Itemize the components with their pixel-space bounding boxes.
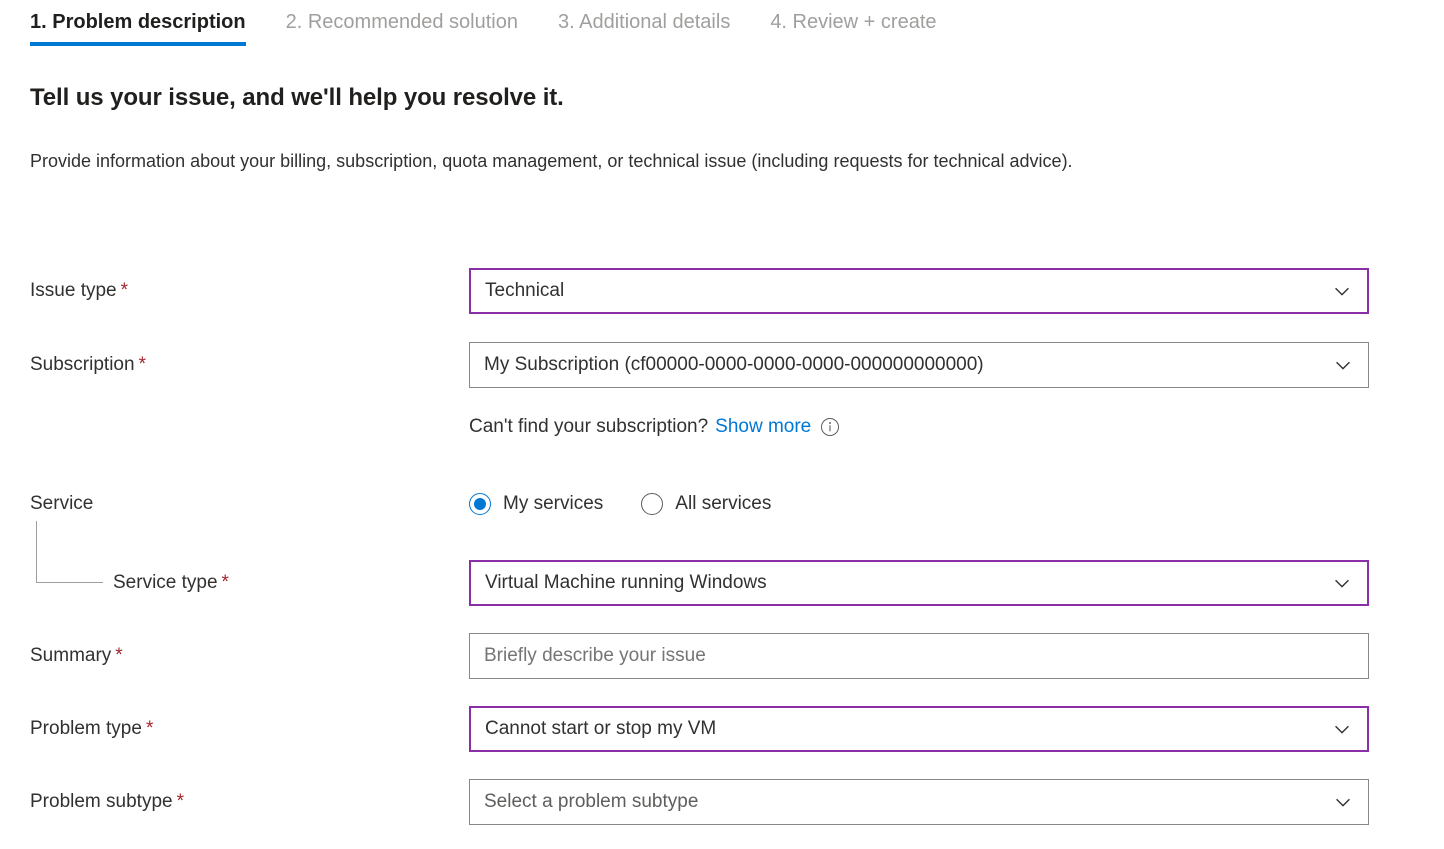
- label-text: Issue type: [30, 280, 117, 301]
- label-text: Subscription: [30, 354, 135, 375]
- service-type-control: Virtual Machine running Windows: [469, 560, 1369, 606]
- subscription-help-control: Can't find your subscription? Show more: [469, 412, 1369, 442]
- label-text: Summary: [30, 645, 111, 666]
- service-scope-radio-group: My services All services: [469, 484, 1369, 524]
- subscription-help-text: Can't find your subscription?: [469, 416, 708, 438]
- issue-type-dropdown[interactable]: Technical: [469, 268, 1369, 314]
- chevron-down-icon: [1331, 572, 1353, 594]
- subscription-help-row: Can't find your subscription? Show more: [0, 412, 1444, 442]
- radio-label: My services: [503, 493, 603, 515]
- field-row-summary: Summary*: [0, 633, 1444, 679]
- issue-type-control: Technical: [469, 268, 1369, 314]
- problem-subtype-control: Select a problem subtype: [469, 779, 1369, 825]
- problem-subtype-dropdown[interactable]: Select a problem subtype: [469, 779, 1369, 825]
- summary-control: [469, 633, 1369, 679]
- chevron-down-icon: [1331, 718, 1353, 740]
- problem-subtype-label: Problem subtype*: [0, 779, 469, 825]
- service-control: My services All services: [469, 484, 1369, 524]
- radio-circle: [469, 493, 491, 515]
- problem-subtype-value: Select a problem subtype: [484, 791, 1324, 813]
- subscription-label: Subscription*: [0, 342, 469, 388]
- field-row-service: Service My services All services: [0, 484, 1444, 524]
- summary-field-wrapper: [469, 633, 1369, 679]
- radio-my-services[interactable]: My services: [469, 493, 603, 515]
- page-description: Provide information about your billing, …: [30, 145, 1366, 178]
- subscription-value: My Subscription (cf00000-0000-0000-0000-…: [484, 354, 1324, 376]
- required-asterisk: *: [146, 718, 153, 739]
- tab-label: 3. Additional details: [558, 11, 730, 33]
- service-type-dropdown[interactable]: Virtual Machine running Windows: [469, 560, 1369, 606]
- service-type-value: Virtual Machine running Windows: [485, 572, 1323, 594]
- label-text: Problem subtype: [30, 791, 173, 812]
- field-row-issue-type: Issue type* Technical: [0, 268, 1444, 314]
- problem-type-dropdown[interactable]: Cannot start or stop my VM: [469, 706, 1369, 752]
- support-request-form: Issue type* Technical Subscription* My S…: [0, 268, 1444, 825]
- subscription-control: My Subscription (cf00000-0000-0000-0000-…: [469, 342, 1369, 388]
- issue-type-label: Issue type*: [0, 268, 469, 314]
- field-row-problem-type: Problem type* Cannot start or stop my VM: [0, 706, 1444, 752]
- tab-label: 4. Review + create: [770, 11, 936, 33]
- tab-recommended-solution[interactable]: 2. Recommended solution: [286, 0, 518, 44]
- radio-label: All services: [675, 493, 771, 515]
- show-more-link[interactable]: Show more: [715, 416, 811, 438]
- issue-type-value: Technical: [485, 280, 1323, 302]
- tab-label: 1. Problem description: [30, 11, 246, 33]
- problem-type-label: Problem type*: [0, 706, 469, 752]
- label-text: Service type: [113, 572, 218, 593]
- required-asterisk: *: [177, 791, 184, 812]
- problem-type-value: Cannot start or stop my VM: [485, 718, 1323, 740]
- radio-all-services[interactable]: All services: [641, 493, 771, 515]
- label-text: Service: [30, 493, 93, 514]
- problem-type-control: Cannot start or stop my VM: [469, 706, 1369, 752]
- field-row-problem-subtype: Problem subtype* Select a problem subtyp…: [0, 779, 1444, 825]
- label-text: Problem type: [30, 718, 142, 739]
- tab-additional-details[interactable]: 3. Additional details: [558, 0, 730, 44]
- required-asterisk: *: [121, 280, 128, 301]
- chevron-down-icon: [1331, 280, 1353, 302]
- service-label: Service: [0, 484, 469, 524]
- field-row-subscription: Subscription* My Subscription (cf00000-0…: [0, 342, 1444, 388]
- summary-input[interactable]: [470, 634, 1368, 678]
- info-circle-icon[interactable]: [820, 417, 840, 437]
- subscription-help-note: Can't find your subscription? Show more: [469, 412, 1369, 442]
- required-asterisk: *: [115, 645, 122, 666]
- tab-problem-description[interactable]: 1. Problem description: [30, 0, 246, 44]
- chevron-down-icon: [1332, 791, 1354, 813]
- tab-review-create[interactable]: 4. Review + create: [770, 0, 936, 44]
- chevron-down-icon: [1332, 354, 1354, 376]
- required-asterisk: *: [139, 354, 146, 375]
- field-row-service-type: Service type* Virtual Machine running Wi…: [0, 560, 1444, 606]
- subscription-dropdown[interactable]: My Subscription (cf00000-0000-0000-0000-…: [469, 342, 1369, 388]
- required-asterisk: *: [222, 572, 229, 593]
- tab-label: 2. Recommended solution: [286, 11, 518, 33]
- service-type-label: Service type*: [0, 560, 469, 606]
- wizard-tabs: 1. Problem description 2. Recommended so…: [30, 0, 977, 52]
- page-title: Tell us your issue, and we'll help you r…: [30, 84, 564, 112]
- radio-circle: [641, 493, 663, 515]
- summary-label: Summary*: [0, 633, 469, 679]
